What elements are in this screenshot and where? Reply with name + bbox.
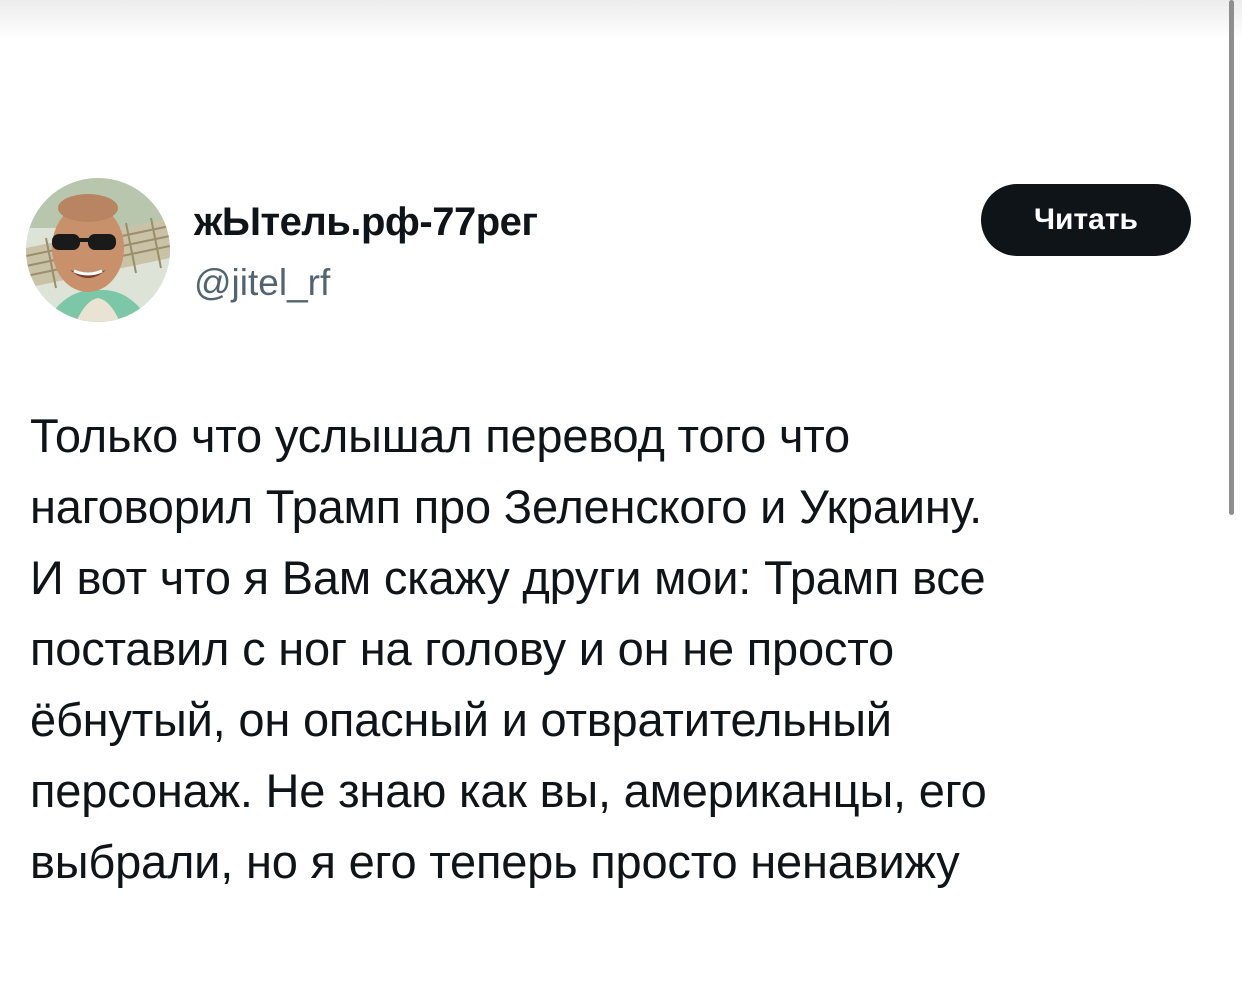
tweet-header: жЫтель.рф-77рег @jitel_rf Читать <box>26 178 1196 324</box>
scrollbar[interactable] <box>1229 0 1234 983</box>
tweet-line: поставил с ног на голову и он не просто <box>30 622 894 675</box>
display-name[interactable]: жЫтель.рф-77рег <box>194 200 538 245</box>
tweet-line: И вот что я Вам скажу други мои: Трамп в… <box>30 551 986 604</box>
tweet-line: персонаж. Не знаю как вы, американцы, ег… <box>30 764 987 817</box>
tweet-line: ёбнутый, он опасный и отвратительный <box>30 693 892 746</box>
user-handle[interactable]: @jitel_rf <box>194 262 330 304</box>
follow-button[interactable]: Читать <box>981 184 1191 256</box>
top-fade <box>0 0 1242 40</box>
scrollbar-thumb[interactable] <box>1229 0 1234 515</box>
tweet-line: выбрали, но я его теперь просто ненавижу <box>30 835 960 888</box>
avatar[interactable] <box>26 178 170 322</box>
tweet-text: Только что услышал перевод того что наго… <box>30 400 1210 897</box>
profile-photo-icon <box>26 178 170 322</box>
tweet-line: наговорил Трамп про Зеленского и Украину… <box>30 480 983 533</box>
tweet-line: Только что услышал перевод того что <box>30 409 850 462</box>
